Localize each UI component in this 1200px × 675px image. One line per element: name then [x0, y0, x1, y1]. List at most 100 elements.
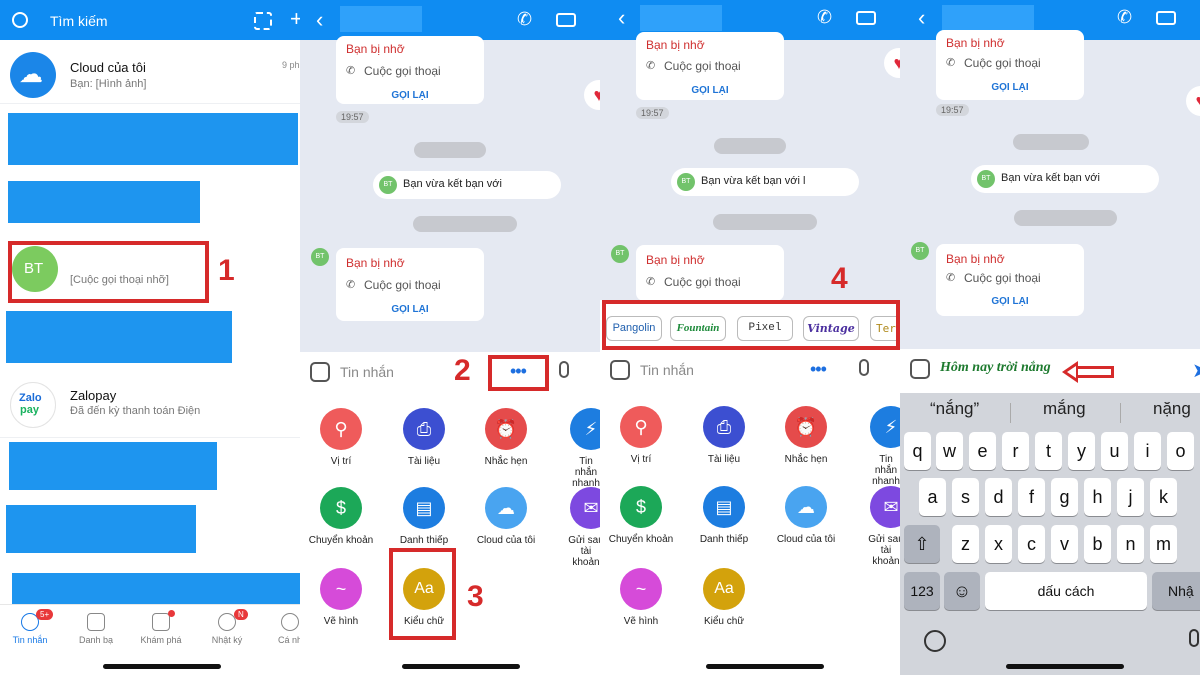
business-card-option[interactable]: ▤ Danh thiếp	[386, 487, 462, 546]
tab-explore[interactable]: Khám phá	[131, 610, 191, 645]
dictation-microphone-icon[interactable]	[1189, 629, 1199, 647]
more-options-icon[interactable]: •••	[810, 359, 827, 380]
key-e[interactable]: e	[969, 432, 996, 470]
video-call-icon[interactable]	[556, 13, 576, 27]
transfer-option[interactable]: $ Chuyển khoản	[303, 487, 379, 546]
phone-icon[interactable]: ✆	[817, 7, 832, 28]
send-later-option[interactable]: ✉ Gửi sau tài khoản	[553, 487, 600, 568]
key-z[interactable]: z	[952, 525, 979, 563]
document-option[interactable]: ⎙ Tài liệu	[686, 406, 762, 465]
key-j[interactable]: j	[1117, 478, 1144, 516]
key-b[interactable]: b	[1084, 525, 1111, 563]
missed-call-type: Cuộc gọi thoại	[364, 278, 441, 292]
draw-option[interactable]: ~ Vẽ hình	[303, 568, 379, 627]
tab-profile[interactable]: Cá nh	[260, 613, 300, 645]
more-vertical-icon[interactable]: ⋮	[893, 4, 900, 25]
cloud-option[interactable]: ☁ Cloud của tôi	[468, 487, 544, 546]
sticker-icon[interactable]	[310, 362, 330, 382]
sticker-icon[interactable]	[910, 359, 930, 379]
key-i[interactable]: i	[1134, 432, 1161, 470]
heart-reaction-icon[interactable]: ♥	[1186, 86, 1200, 116]
back-icon[interactable]: ‹	[618, 5, 625, 31]
microphone-icon[interactable]	[859, 359, 869, 376]
send-later-option[interactable]: ✉ Gửi sau tài khoản	[853, 486, 900, 567]
key-q[interactable]: q	[904, 432, 931, 470]
call-back-button[interactable]: GỌI LẠI	[636, 85, 784, 96]
message-input[interactable]: Hôm nay trời nắng	[940, 360, 1051, 376]
add-icon[interactable]: +	[290, 6, 300, 32]
key-k[interactable]: k	[1150, 478, 1177, 516]
key-h[interactable]: h	[1084, 478, 1111, 516]
back-icon[interactable]: ‹	[316, 7, 323, 33]
microphone-icon[interactable]	[559, 361, 569, 378]
key-y[interactable]: y	[1068, 432, 1095, 470]
key-a[interactable]: a	[919, 478, 946, 516]
send-icon[interactable]: ➤	[1192, 358, 1200, 383]
heart-reaction-icon[interactable]: ♥	[584, 80, 600, 110]
phone-icon[interactable]: ✆	[517, 9, 532, 30]
grid-icon	[152, 613, 170, 631]
location-option[interactable]: ⚲ Vị trí	[603, 406, 679, 465]
key-r[interactable]: r	[1002, 432, 1029, 470]
draw-option[interactable]: ~ Vẽ hình	[603, 568, 679, 627]
conversation-cloud[interactable]: ☁ Cloud của tôi Bạn: [Hình ảnh] 9 ph	[0, 44, 300, 104]
location-icon: ⚲	[320, 408, 362, 450]
missed-call-title: Bạn bị nhỡ	[946, 252, 1005, 266]
video-call-icon[interactable]	[1156, 11, 1176, 25]
key-x[interactable]: x	[985, 525, 1012, 563]
conversation-zalopay[interactable]: Zalo pay Zalopay Đã đến kỳ thanh toán Đi…	[0, 378, 300, 438]
call-back-button[interactable]: GỌI LẠI	[336, 90, 484, 101]
missed-call-type: Cuộc gọi thoại	[664, 59, 741, 73]
numbers-key[interactable]: 123	[904, 572, 940, 610]
call-back-button[interactable]: GỌI LẠI	[936, 82, 1084, 93]
emoji-key[interactable]: ☺	[944, 572, 980, 610]
tab-messages[interactable]: Tin nhắn 5+	[0, 609, 60, 645]
font-style-option[interactable]: Aa Kiểu chữ	[686, 568, 762, 627]
key-n[interactable]: n	[1117, 525, 1144, 563]
search-icon[interactable]	[12, 12, 28, 28]
key-d[interactable]: d	[985, 478, 1012, 516]
cloud-option[interactable]: ☁ Cloud của tôi	[768, 486, 844, 545]
message-input[interactable]: Tin nhắn	[340, 364, 394, 380]
video-call-icon[interactable]	[856, 11, 876, 25]
quick-message-option[interactable]: ⚡ Tin nhắn nhanh	[553, 408, 600, 489]
suggestion[interactable]: mắng	[1043, 399, 1086, 419]
return-key[interactable]: Nhậ	[1152, 572, 1200, 610]
space-key[interactable]: dấu cách	[985, 572, 1147, 610]
document-option[interactable]: ⎙ Tài liệu	[386, 408, 462, 467]
tab-diary[interactable]: Nhật ký N	[197, 609, 257, 645]
reminder-option[interactable]: ⏰ Nhắc hẹn	[468, 408, 544, 467]
sticker-icon[interactable]	[610, 360, 630, 380]
tab-contacts[interactable]: Danh bạ	[66, 613, 126, 645]
phone-icon[interactable]: ✆	[1117, 7, 1132, 28]
call-back-button[interactable]: GỌI LẠI	[936, 296, 1084, 307]
suggestion[interactable]: nặng	[1153, 399, 1191, 419]
quick-message-option[interactable]: ⚡ Tin nhắn nhanh	[853, 406, 900, 487]
key-g[interactable]: g	[1051, 478, 1078, 516]
back-icon[interactable]: ‹	[918, 5, 925, 31]
call-back-button[interactable]: GỌI LẠI	[336, 304, 484, 315]
key-w[interactable]: w	[936, 432, 963, 470]
key-u[interactable]: u	[1101, 432, 1128, 470]
reminder-option[interactable]: ⏰ Nhắc hẹn	[768, 406, 844, 465]
globe-icon[interactable]	[924, 630, 946, 652]
search-input[interactable]: Tìm kiếm	[50, 13, 108, 29]
option-label: Cloud của tôi	[776, 534, 836, 545]
key-m[interactable]: m	[1150, 525, 1177, 563]
shift-key[interactable]: ⇧	[904, 525, 940, 563]
heart-reaction-icon[interactable]: ♥	[884, 48, 900, 78]
message-input[interactable]: Tin nhắn	[640, 362, 694, 378]
key-s[interactable]: s	[952, 478, 979, 516]
key-c[interactable]: c	[1018, 525, 1045, 563]
transfer-option[interactable]: $ Chuyển khoản	[603, 486, 679, 545]
key-o[interactable]: o	[1167, 432, 1194, 470]
business-card-option[interactable]: ▤ Danh thiếp	[686, 486, 762, 545]
key-t[interactable]: t	[1035, 432, 1062, 470]
location-option[interactable]: ⚲ Vị trí	[303, 408, 379, 467]
key-v[interactable]: v	[1051, 525, 1078, 563]
alarm-icon: ⏰	[485, 408, 527, 450]
qr-scan-icon[interactable]	[254, 12, 272, 30]
key-f[interactable]: f	[1018, 478, 1045, 516]
suggestion[interactable]: “nắng”	[930, 399, 979, 419]
more-vertical-icon[interactable]: ⋮	[593, 6, 600, 27]
